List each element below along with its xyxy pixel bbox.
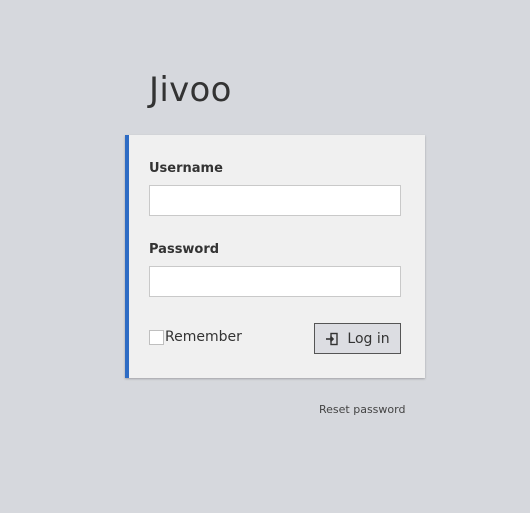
password-input[interactable] [149,266,401,297]
username-input[interactable] [149,185,401,216]
username-label: Username [149,161,223,176]
remember-row: Remember [149,328,242,346]
login-button-label: Log in [347,330,390,347]
login-button[interactable]: Log in [314,323,401,354]
password-label: Password [149,242,220,257]
remember-checkbox[interactable] [149,329,164,345]
sign-in-icon [325,332,339,346]
remember-label[interactable]: Remember [165,329,242,345]
reset-password-link[interactable]: Reset password [319,403,405,416]
login-panel: Username Password Remember Log in [125,135,425,378]
app-title: Jivoo [149,70,232,110]
